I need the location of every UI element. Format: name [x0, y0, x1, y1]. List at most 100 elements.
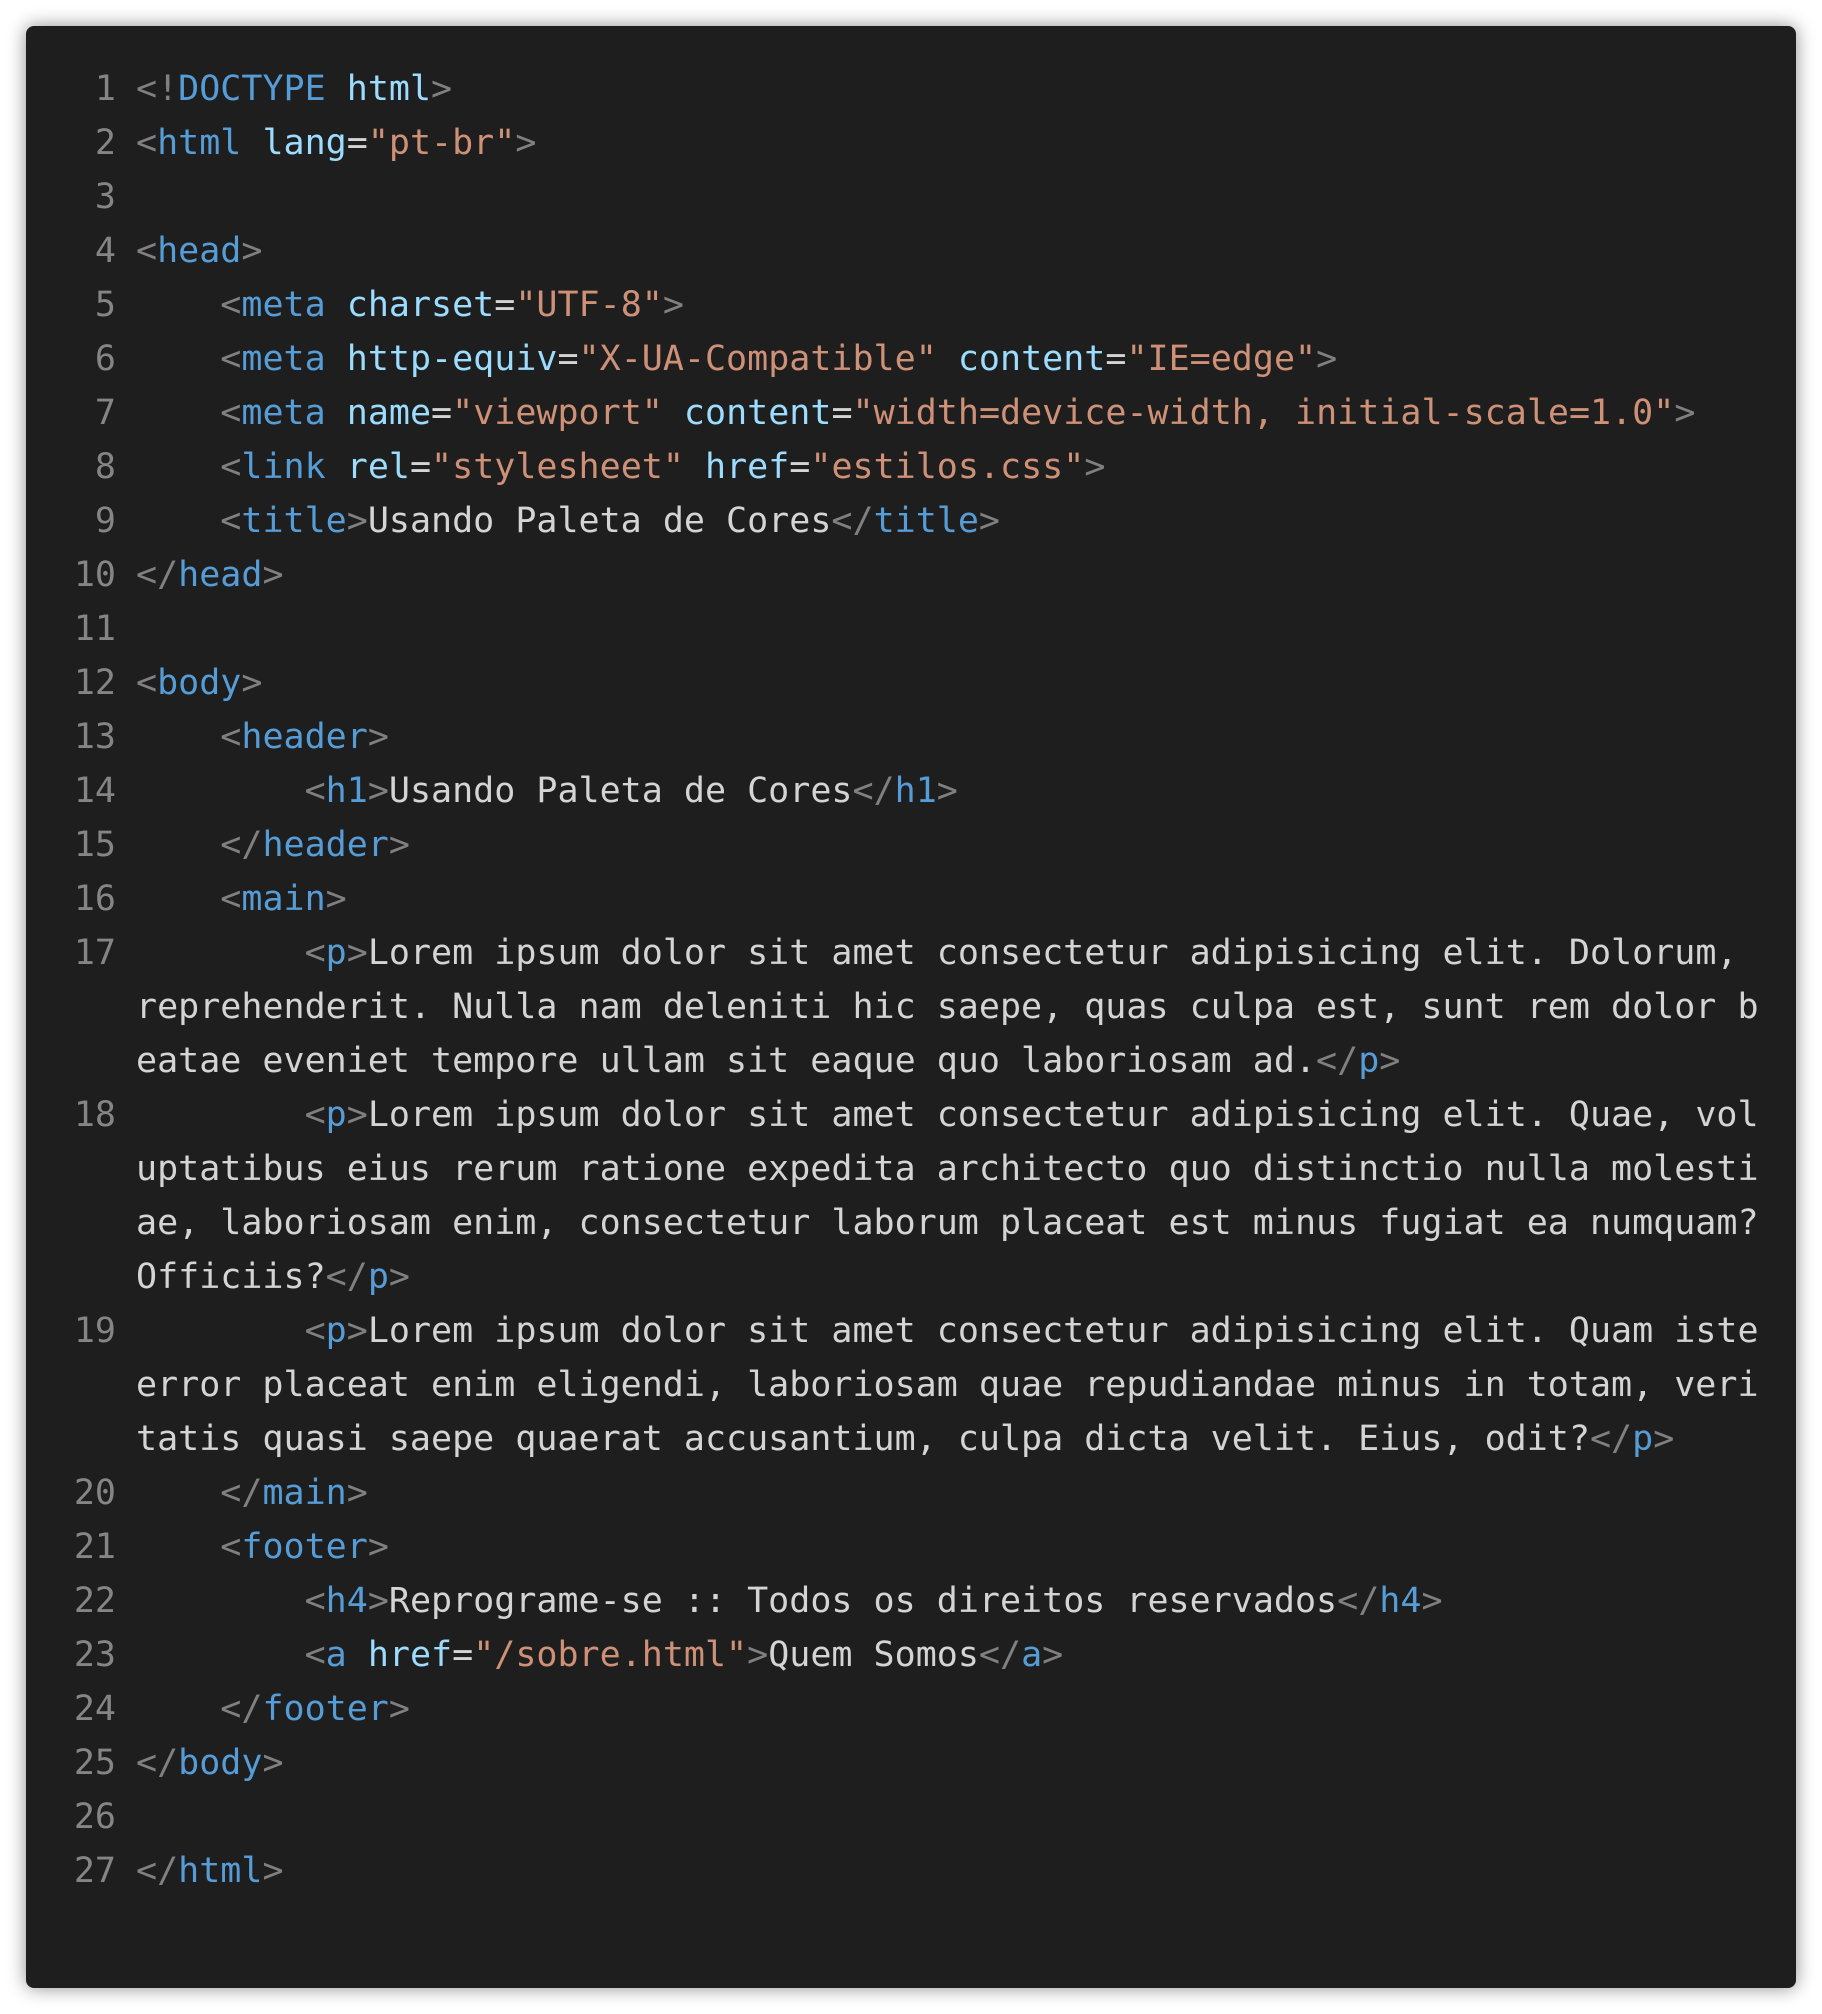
code-line[interactable]: 27 </html> — [26, 1844, 1796, 1898]
code-token-str: "UTF-8" — [515, 285, 663, 325]
code-token-punct: > — [241, 663, 263, 703]
code-token-tag: header — [241, 717, 368, 757]
code-token-text: Lorem ipsum dolor sit amet consectetur a… — [136, 933, 1759, 1081]
code-line[interactable]: 14 <h1>Usando Paleta de Cores</h1> — [26, 764, 1796, 818]
line-number: 23 — [73, 1635, 116, 1675]
code-token-attr: name — [346, 393, 432, 433]
code-token-attr: lang — [262, 123, 347, 163]
code-line[interactable]: 7 <meta name="viewport" content="width=d… — [26, 386, 1796, 440]
code-line[interactable]: 16 <main> — [26, 872, 1796, 926]
code-token-attr: charset — [346, 285, 495, 325]
code-token-punct: > — [1084, 447, 1106, 487]
line-content: <p>Lorem ipsum dolor sit amet consectetu… — [136, 1304, 1776, 1466]
code-token-str: "viewport" — [452, 393, 663, 433]
code-line[interactable]: 13 <header> — [26, 710, 1796, 764]
code-line[interactable]: 22 <h4>Reprograme-se :: Todos os direito… — [26, 1574, 1796, 1628]
code-token-punct: > — [515, 123, 537, 163]
code-line[interactable]: 17 <p>Lorem ipsum dolor sit amet consect… — [26, 926, 1796, 1088]
line-content: <link rel="stylesheet" href="estilos.css… — [136, 440, 1776, 494]
code-line[interactable]: 20 </main> — [26, 1466, 1796, 1520]
code-token-tag: header — [262, 825, 389, 865]
code-editor-window: 1 <!DOCTYPE html> 2 <html lang="pt-br"> 3 4 <… — [26, 26, 1796, 1988]
line-number: 16 — [73, 879, 116, 919]
line-number: 22 — [73, 1581, 116, 1621]
code-token-punct: > — [978, 501, 1000, 541]
code-line[interactable]: 26 — [26, 1790, 1796, 1844]
code-line[interactable]: 3 — [26, 170, 1796, 224]
code-line[interactable]: 4 <head> — [26, 224, 1796, 278]
code-token-attr: href — [367, 1635, 453, 1675]
code-token-punct: > — [1316, 339, 1338, 379]
code-line[interactable]: 5 <meta charset="UTF-8"> — [26, 278, 1796, 332]
line-number: 24 — [73, 1689, 116, 1729]
code-line[interactable]: 9 <title>Usando Paleta de Cores</title> — [26, 494, 1796, 548]
code-token-attr: href — [705, 447, 790, 487]
line-number: 2 — [94, 123, 116, 163]
code-line[interactable]: 21 <footer> — [26, 1520, 1796, 1574]
code-token-attr: http-equiv — [346, 339, 558, 379]
code-token-punct: > — [346, 1473, 368, 1513]
code-token-punct: > — [367, 1581, 389, 1621]
line-content: </header> — [136, 818, 1776, 872]
code-line[interactable]: 24 </footer> — [26, 1682, 1796, 1736]
code-line[interactable]: 23 <a href="/sobre.html">Quem Somos</a> — [26, 1628, 1796, 1682]
code-token-tag: main — [262, 1473, 347, 1513]
code-body[interactable]: 1 <!DOCTYPE html> 2 <html lang="pt-br"> 3 4 <… — [26, 62, 1796, 1988]
code-line[interactable]: 2 <html lang="pt-br"> — [26, 116, 1796, 170]
code-token-punct: > — [388, 1689, 410, 1729]
line-content: <meta name="viewport" content="width=dev… — [136, 386, 1776, 440]
code-token-attr: rel — [346, 447, 410, 487]
code-token-tag: a — [325, 1635, 347, 1675]
code-token-punct: </ — [1316, 1041, 1359, 1081]
code-token-punct: </ — [220, 1689, 263, 1729]
code-token-tag: title — [241, 501, 347, 541]
code-line[interactable]: 6 <meta http-equiv="X-UA-Compatible" con… — [26, 332, 1796, 386]
line-content: <header> — [136, 710, 1776, 764]
code-token-punct: </ — [1589, 1419, 1633, 1459]
line-number: 25 — [73, 1743, 116, 1783]
code-token-attr: content — [957, 339, 1106, 379]
code-line[interactable]: 15 </header> — [26, 818, 1796, 872]
code-token-text: Reprograme-se :: Todos os direitos reser… — [388, 1581, 1338, 1621]
code-token-punct: </ — [978, 1635, 1022, 1675]
code-token-tag: html — [178, 1851, 263, 1891]
code-token-str: "/sobre.html" — [473, 1635, 748, 1675]
code-token-punct: > — [262, 1743, 284, 1783]
code-line[interactable]: 18 <p>Lorem ipsum dolor sit amet consect… — [26, 1088, 1796, 1304]
line-number: 15 — [73, 825, 116, 865]
code-token-tag: footer — [262, 1689, 389, 1729]
code-line[interactable]: 1 <!DOCTYPE html> — [26, 62, 1796, 116]
code-token-punct: < — [136, 231, 158, 271]
code-line[interactable]: 19 <p>Lorem ipsum dolor sit amet consect… — [26, 1304, 1796, 1466]
code-token-tag: h1 — [325, 771, 368, 811]
code-token-tag: DOCTYPE — [178, 69, 326, 109]
line-number: 17 — [73, 933, 116, 973]
code-token-tag: body — [178, 1743, 263, 1783]
line-content: <p>Lorem ipsum dolor sit amet consectetu… — [136, 1088, 1776, 1304]
code-token-tag: footer — [241, 1527, 368, 1567]
code-line[interactable]: 25 </body> — [26, 1736, 1796, 1790]
code-line[interactable]: 11 — [26, 602, 1796, 656]
code-token-punct: </ — [831, 501, 874, 541]
code-token-punct: < — [304, 1581, 326, 1621]
code-line[interactable]: 8 <link rel="stylesheet" href="estilos.c… — [26, 440, 1796, 494]
code-token-text: Lorem ipsum dolor sit amet consectetur a… — [136, 1311, 1780, 1459]
code-line[interactable]: 10 </head> — [26, 548, 1796, 602]
code-line[interactable]: 12 <body> — [26, 656, 1796, 710]
code-token-punct: < — [304, 1311, 326, 1351]
code-token-punct: > — [1042, 1635, 1064, 1675]
line-number: 12 — [73, 663, 116, 703]
code-token-punct: < — [220, 1527, 242, 1567]
code-token-punct: > — [388, 825, 410, 865]
